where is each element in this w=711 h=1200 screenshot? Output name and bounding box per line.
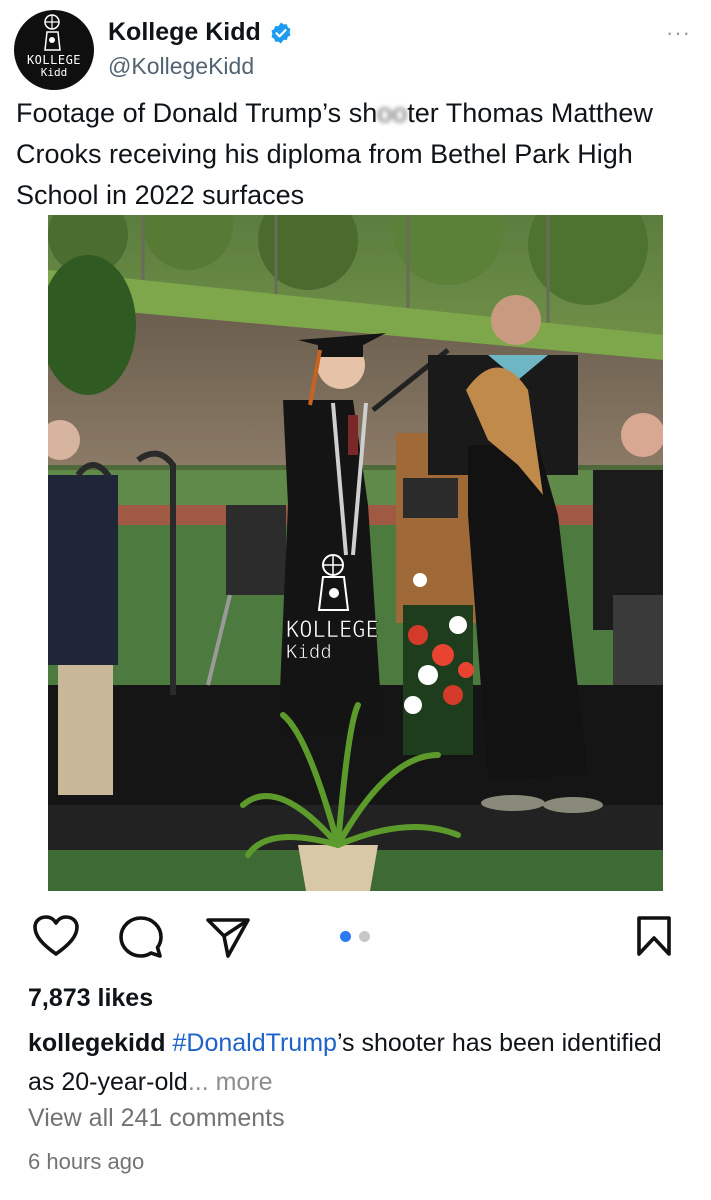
bookmark-icon[interactable] xyxy=(634,914,674,963)
caption-hashtag[interactable]: #DonaldTrump xyxy=(173,1029,337,1057)
post-caption: kollegekidd #DonaldTrump’s shooter has b… xyxy=(28,1024,678,1102)
caption-username[interactable]: kollegekidd xyxy=(28,1029,166,1057)
graduation-scene-image: KOLLEGE Kidd xyxy=(48,215,663,891)
heart-icon[interactable] xyxy=(32,914,80,963)
watermark-text-2: Kidd xyxy=(286,641,332,663)
avatar-text: KOLLEGE xyxy=(26,53,82,67)
view-comments-link[interactable]: View all 241 comments xyxy=(28,1104,285,1133)
post-timestamp: 6 hours ago xyxy=(28,1149,145,1174)
paper-plane-icon[interactable] xyxy=(204,914,252,965)
comment-bubble-icon[interactable] xyxy=(117,914,165,965)
carousel-dot-active[interactable] xyxy=(340,931,351,942)
tweet-text-blurred: oo xyxy=(377,98,408,128)
handle[interactable]: @KollegeKidd xyxy=(108,53,254,80)
caption-more-link[interactable]: ... more xyxy=(188,1068,273,1096)
post-photo[interactable]: KOLLEGE Kidd xyxy=(48,215,663,891)
likes-count[interactable]: 7,873 likes xyxy=(28,984,153,1013)
verified-badge-icon xyxy=(269,21,293,45)
avatar-text-2: Kidd xyxy=(40,66,68,79)
post-actions-bar xyxy=(32,910,682,962)
tweet-text-part1: Footage of Donald Trump’s sh xyxy=(16,98,378,128)
tweet-header: KOLLEGE Kidd Kollege Kidd @KollegeKidd ·… xyxy=(14,8,697,90)
carousel-dot[interactable] xyxy=(359,931,370,942)
tweet-text: Footage of Donald Trump’s shooter Thomas… xyxy=(16,93,696,216)
display-name[interactable]: Kollege Kidd xyxy=(108,18,261,47)
more-dots-icon[interactable]: ··· xyxy=(666,20,691,46)
carousel-indicator xyxy=(340,931,370,942)
avatar[interactable]: KOLLEGE Kidd xyxy=(14,10,94,90)
watermark-text: KOLLEGE xyxy=(286,618,379,643)
